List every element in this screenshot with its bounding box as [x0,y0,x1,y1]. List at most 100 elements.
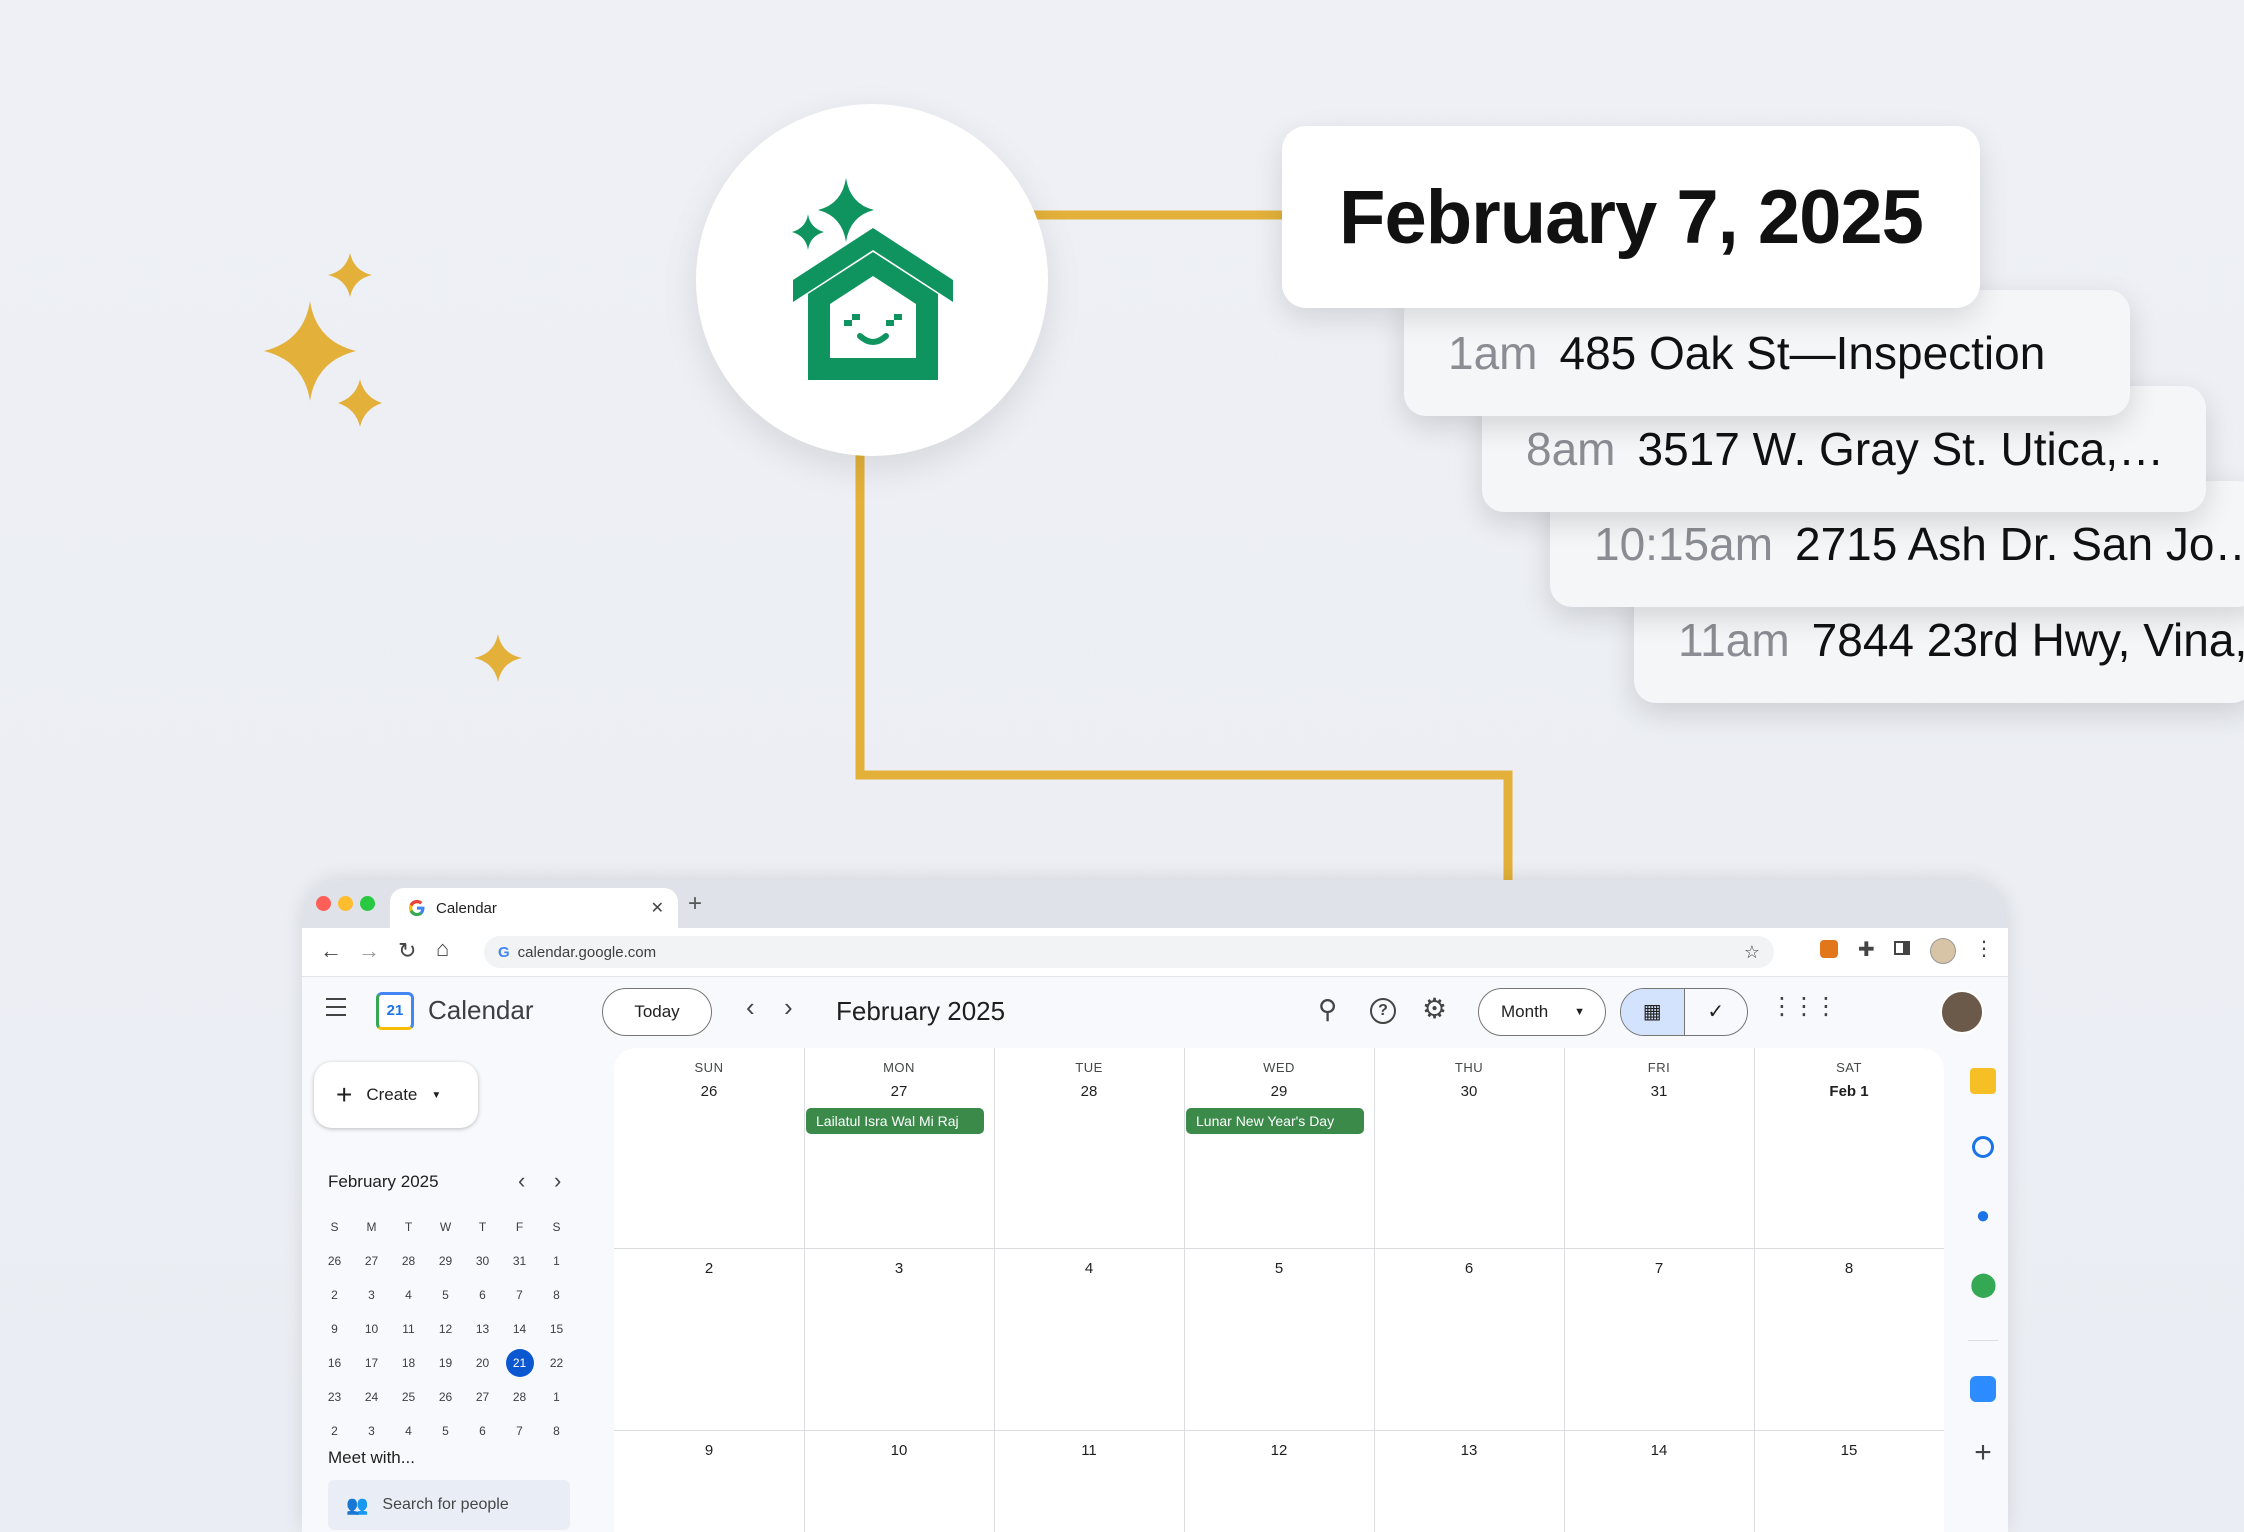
home-icon[interactable]: ⌂ [436,936,449,962]
day-number[interactable]: 28 [994,1083,1184,1100]
mini-day-cell[interactable]: 20 [464,1356,501,1370]
day-number[interactable]: 29 [1184,1083,1374,1100]
day-number[interactable]: 7 [1564,1260,1754,1277]
close-tab-icon[interactable]: ✕ [651,898,664,918]
calendar-view-icon[interactable]: ▦ [1621,989,1684,1035]
zoom-video-icon[interactable] [1970,1376,1996,1402]
mini-day-cell[interactable]: 7 [501,1288,538,1302]
mini-day-cell[interactable]: 23 [316,1390,353,1404]
extensions-puzzle-icon[interactable]: ✚ [1858,937,1875,962]
tasks-view-icon[interactable]: ✓ [1683,989,1748,1035]
day-number[interactable]: 26 [614,1083,804,1100]
reload-icon[interactable]: ↻ [398,938,416,964]
day-number[interactable]: 13 [1374,1442,1564,1459]
day-number[interactable]: Feb 1 [1754,1083,1944,1100]
tasks-icon[interactable] [1972,1136,1994,1158]
day-number[interactable]: 31 [1564,1083,1754,1100]
day-number[interactable]: 4 [994,1260,1184,1277]
mini-day-cell[interactable]: 1 [538,1390,575,1404]
mini-day-cell[interactable]: 18 [390,1356,427,1370]
add-addon-icon[interactable]: + [1970,1438,1996,1468]
day-number[interactable]: 2 [614,1260,804,1277]
minimize-window-button[interactable] [338,896,353,911]
mini-day-cell[interactable]: 5 [427,1288,464,1302]
day-number[interactable]: 15 [1754,1442,1944,1459]
mini-day-cell[interactable]: 11 [390,1322,427,1336]
mini-day-cell[interactable]: 28 [390,1254,427,1268]
mini-day-cell[interactable]: 12 [427,1322,464,1336]
day-number[interactable]: 10 [804,1442,994,1459]
browser-menu-icon[interactable]: ⋮ [1974,936,1994,961]
view-select-dropdown[interactable]: Month ▼ [1478,988,1606,1036]
mini-day-cell[interactable]: 25 [390,1390,427,1404]
mini-day-cell[interactable]: 3 [353,1424,390,1438]
google-apps-icon[interactable]: ⋮⋮⋮ [1770,992,1838,1021]
fox-extension-icon[interactable] [1820,940,1838,958]
back-icon[interactable]: ← [320,938,342,964]
mini-next-icon[interactable]: › [554,1168,561,1194]
mini-day-cell[interactable]: 9 [316,1322,353,1336]
search-people-field[interactable]: 👥 Search for people [328,1480,570,1530]
mini-prev-icon[interactable]: ‹ [518,1168,525,1194]
maximize-window-button[interactable] [360,896,375,911]
close-window-button[interactable] [316,896,331,911]
day-number[interactable]: 8 [1754,1260,1944,1277]
mini-day-cell[interactable]: 27 [464,1390,501,1404]
create-button[interactable]: + Create ▼ [314,1062,478,1128]
mini-day-cell[interactable]: 13 [464,1322,501,1336]
mini-day-cell[interactable]: 26 [316,1254,353,1268]
mini-day-cell[interactable]: 2 [316,1424,353,1438]
mini-day-cell[interactable]: 28 [501,1390,538,1404]
mini-day-cell[interactable]: 15 [538,1322,575,1336]
previous-period-icon[interactable]: ‹ [746,992,755,1023]
today-button[interactable]: Today [602,988,712,1036]
mini-day-cell[interactable]: 4 [390,1424,427,1438]
mini-day-cell[interactable]: 4 [390,1288,427,1302]
profile-avatar[interactable] [1930,938,1956,964]
mini-day-cell[interactable]: 5 [427,1424,464,1438]
url-field[interactable]: G calendar.google.com ☆ [484,936,1774,968]
mini-day-cell[interactable]: 7 [501,1424,538,1438]
side-panel-icon[interactable] [1894,941,1910,955]
day-number[interactable]: 5 [1184,1260,1374,1277]
mini-day-cell[interactable]: 24 [353,1390,390,1404]
mini-day-cell[interactable]: 10 [353,1322,390,1336]
mini-day-cell[interactable]: 17 [353,1356,390,1370]
mini-day-cell[interactable]: 8 [538,1288,575,1302]
bookmark-star-icon[interactable]: ☆ [1744,942,1760,963]
keep-icon[interactable] [1970,1068,1996,1094]
mini-day-cell[interactable]: 1 [538,1254,575,1268]
mini-day-cell[interactable]: 30 [464,1254,501,1268]
day-number[interactable]: 11 [994,1442,1184,1459]
day-number[interactable]: 27 [804,1083,994,1100]
day-number[interactable]: 30 [1374,1083,1564,1100]
contacts-icon[interactable]: ● [1970,1202,1996,1229]
main-menu-icon[interactable] [326,998,346,1016]
mini-day-cell[interactable]: 16 [316,1356,353,1370]
mini-day-cell[interactable]: 22 [538,1356,575,1370]
day-number[interactable]: 14 [1564,1442,1754,1459]
mini-day-cell[interactable]: 2 [316,1288,353,1302]
event-chip[interactable]: Lailatul Isra Wal Mi Raj [806,1108,984,1134]
mini-day-cell[interactable]: 19 [427,1356,464,1370]
search-icon[interactable]: ⚲ [1318,994,1337,1025]
day-number[interactable]: 9 [614,1442,804,1459]
mini-day-cell[interactable]: 29 [427,1254,464,1268]
forward-icon[interactable]: → [358,938,380,964]
account-avatar[interactable] [1940,990,1984,1034]
mini-day-cell[interactable]: 27 [353,1254,390,1268]
day-number[interactable]: 3 [804,1260,994,1277]
mini-day-cell[interactable]: 8 [538,1424,575,1438]
tab-calendar[interactable]: Calendar ✕ [390,888,678,928]
mini-day-cell[interactable]: 26 [427,1390,464,1404]
day-number[interactable]: 12 [1184,1442,1374,1459]
help-icon[interactable]: ? [1370,998,1396,1024]
mini-day-cell[interactable]: 6 [464,1424,501,1438]
event-chip[interactable]: Lunar New Year's Day [1186,1108,1364,1134]
settings-gear-icon[interactable]: ⚙ [1422,992,1447,1025]
mini-day-cell[interactable]: 3 [353,1288,390,1302]
mini-day-cell[interactable]: 21 [501,1349,538,1377]
maps-pin-icon[interactable]: ⬤ [1970,1270,1997,1298]
next-period-icon[interactable]: › [784,992,793,1023]
mini-day-cell[interactable]: 31 [501,1254,538,1268]
